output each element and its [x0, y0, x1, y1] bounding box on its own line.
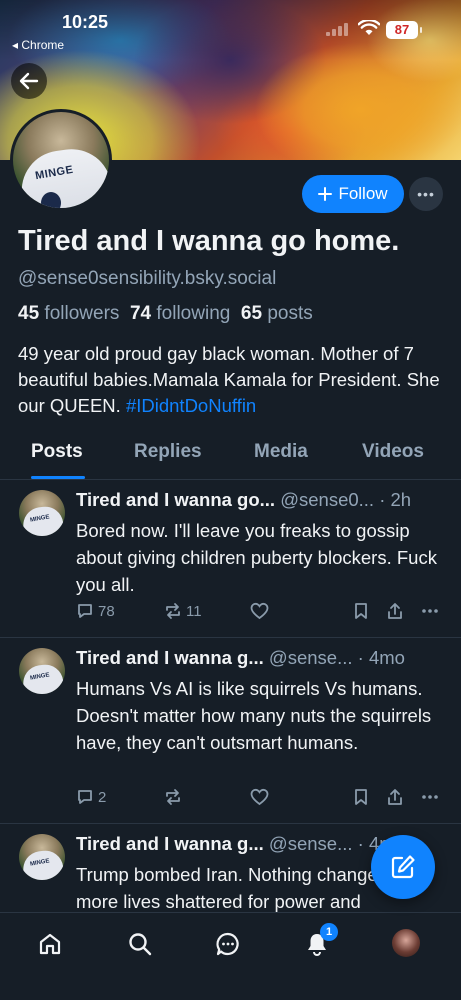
share-icon	[388, 603, 402, 619]
follow-label: Follow	[338, 184, 388, 203]
post-author-handle: @sense0...	[280, 489, 375, 510]
profile-tabs: Posts Replies Media Videos	[0, 432, 461, 480]
nav-profile-avatar[interactable]	[392, 929, 420, 957]
post-avatar[interactable]: MINGE	[19, 490, 65, 536]
following-link[interactable]: 74 following	[130, 303, 230, 324]
signal-icon	[326, 22, 356, 36]
ellipsis-icon: •••	[417, 186, 435, 202]
follow-button[interactable]: Follow	[302, 175, 404, 213]
like-button[interactable]	[250, 788, 269, 806]
repost-button[interactable]: 11	[164, 602, 202, 620]
post-author-name[interactable]: Tired and I wanna g...	[76, 833, 264, 854]
profile-handle: @sense0sensibility.bsky.social	[18, 268, 277, 289]
post-text: Bored now. I'll leave you freaks to goss…	[76, 520, 437, 595]
post-item[interactable]: MINGE Tired and I wanna g... @sense... ·…	[0, 638, 461, 824]
reply-count: 78	[98, 602, 115, 620]
bookmark-button[interactable]	[353, 602, 369, 620]
post-author-name[interactable]: Tired and I wanna g...	[76, 647, 264, 668]
share-icon	[388, 789, 402, 805]
heart-icon	[250, 788, 269, 806]
search-icon	[129, 933, 152, 956]
status-time: 10:25	[62, 12, 109, 32]
notifications-badge: 1	[320, 923, 338, 941]
posts-count: 65 posts	[240, 303, 313, 324]
share-button[interactable]	[386, 788, 404, 806]
post-time: · 2h	[379, 489, 412, 510]
reply-icon	[78, 604, 92, 618]
profile-more-button[interactable]: •••	[409, 177, 443, 211]
display-name: Tired and I wanna go home.	[18, 225, 400, 257]
post-header: Tired and I wanna g... @sense... · 4mo	[76, 647, 448, 669]
reply-button[interactable]: 78	[76, 602, 115, 620]
post-actions: 2	[76, 788, 446, 810]
heart-icon	[250, 602, 269, 620]
reply-count: 2	[98, 788, 107, 806]
repost-icon	[166, 789, 180, 805]
active-tab-indicator	[31, 476, 85, 479]
nav-home[interactable]	[35, 929, 65, 959]
like-button[interactable]	[250, 602, 269, 620]
repost-icon	[166, 603, 180, 619]
wifi-icon	[357, 18, 381, 36]
ellipsis-icon	[422, 609, 438, 613]
post-avatar[interactable]: MINGE	[19, 648, 65, 694]
post-author-handle: @sense...	[268, 647, 353, 668]
reply-button[interactable]: 2	[76, 788, 106, 806]
post-actions: 78 11	[76, 602, 446, 624]
plus-icon	[318, 187, 333, 201]
profile-bio: 49 year old proud gay black woman. Mothe…	[18, 341, 448, 419]
post-more-button[interactable]	[421, 602, 439, 620]
bookmark-icon	[355, 789, 367, 805]
bottom-navigation: 1	[0, 912, 461, 1000]
profile-stats: 45 followers 74 following 65 posts	[18, 303, 313, 325]
profile-avatar[interactable]: MINGE	[10, 109, 112, 211]
post-header: Tired and I wanna go... @sense0... · 2h	[76, 489, 448, 511]
nav-chat[interactable]	[213, 929, 243, 959]
tab-media[interactable]: Media	[254, 441, 308, 463]
back-button[interactable]	[11, 63, 47, 99]
post-item[interactable]: MINGE Tired and I wanna go... @sense0...…	[0, 480, 461, 638]
share-button[interactable]	[386, 602, 404, 620]
bio-hashtag-link[interactable]: #IDidntDoNuffin	[126, 395, 256, 416]
compose-button[interactable]	[371, 835, 435, 899]
chat-icon	[216, 932, 239, 956]
tab-videos[interactable]: Videos	[362, 441, 424, 463]
bookmark-button[interactable]	[353, 788, 369, 806]
post-avatar[interactable]: MINGE	[19, 834, 65, 880]
compose-icon	[391, 855, 415, 879]
post-author-name[interactable]: Tired and I wanna go...	[76, 489, 275, 510]
post-author-handle: @sense...	[268, 833, 353, 854]
ellipsis-icon	[422, 795, 438, 799]
post-text: Humans Vs AI is like squirrels Vs humans…	[76, 678, 432, 753]
status-bar: 10:25 ◂ Chrome 87	[0, 0, 461, 56]
bookmark-icon	[355, 603, 367, 619]
arrow-left-icon	[19, 72, 39, 90]
post-time: · 4mo	[357, 647, 405, 668]
repost-button[interactable]	[164, 788, 182, 806]
back-to-app-link[interactable]: ◂ Chrome	[12, 38, 64, 52]
home-icon	[39, 933, 61, 955]
tab-replies[interactable]: Replies	[134, 441, 202, 463]
nav-search[interactable]	[125, 929, 155, 959]
post-more-button[interactable]	[421, 788, 439, 806]
reply-icon	[78, 790, 92, 804]
repost-count: 11	[186, 602, 202, 620]
battery-indicator: 87	[386, 21, 422, 39]
followers-link[interactable]: 45 followers	[18, 303, 119, 324]
tab-posts[interactable]: Posts	[31, 441, 83, 463]
